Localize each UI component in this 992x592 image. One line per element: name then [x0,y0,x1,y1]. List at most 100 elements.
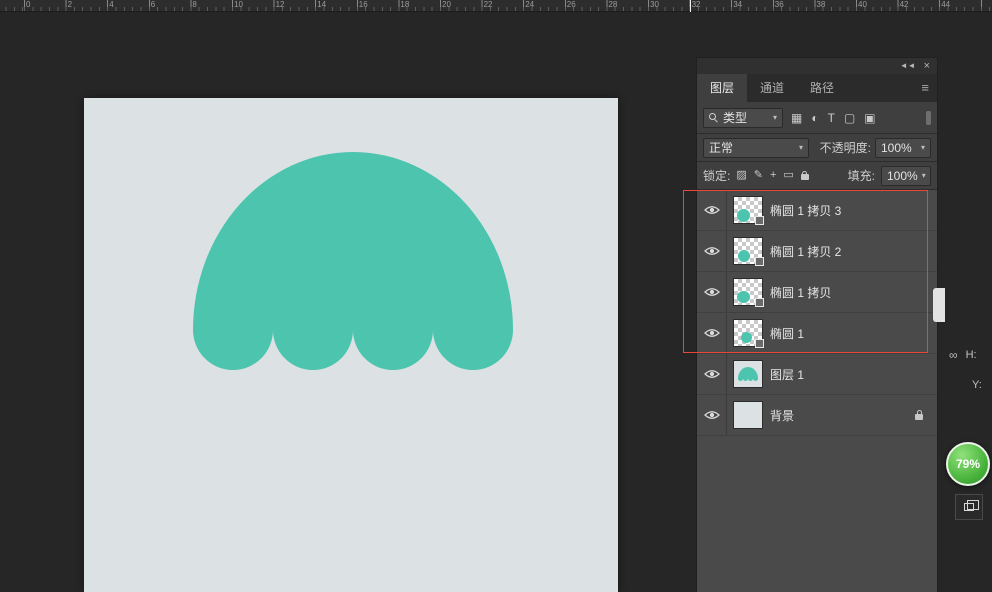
thumbnail-shape-preview [738,250,750,262]
shape-layer-badge-icon [755,257,764,266]
link-icon[interactable]: ∞ [949,348,958,362]
layer-row[interactable]: 椭圆 1 拷贝 [697,272,937,313]
ruler-label: 42 [900,0,909,10]
visibility-toggle[interactable] [697,231,727,271]
filter-type-layers-icon[interactable]: T [828,112,835,124]
ruler-label: 28 [608,0,617,10]
ruler-label: 20 [442,0,451,10]
chevron-down-icon: ▾ [921,143,925,152]
dimensions-fragment: ∞ H: [949,348,977,362]
lock-image-pixels-icon[interactable]: ✎ [754,170,763,181]
layer-name: 椭圆 1 拷贝 3 [770,202,841,219]
ruler-label: 30 [650,0,659,10]
fill-value: 100% [887,169,918,183]
opacity-select[interactable]: 100% ▾ [875,138,931,158]
ruler-position-marker [690,0,691,12]
layer-row[interactable]: 椭圆 1 拷贝 3 [697,190,937,231]
ruler-label: 38 [816,0,825,10]
filter-adjustment-layers-icon[interactable]: ◐ [811,112,818,124]
layer-thumbnail[interactable] [734,320,762,346]
opacity-label: 不透明度: [820,139,871,156]
layer-row[interactable]: 椭圆 1 拷贝 2 [697,231,937,272]
height-label: H: [966,349,977,361]
eye-icon [704,369,720,379]
lock-label: 锁定: [703,167,730,184]
lock-row: 锁定: ▨ ✎ + ▭ 填充: 100% ▾ [697,162,937,190]
copy-layers-icon [964,503,974,511]
visibility-toggle[interactable] [697,395,727,435]
ruler-label: 44 [941,0,950,10]
chevron-down-icon: ▾ [773,113,777,122]
scrollbar-thumb[interactable] [933,288,945,322]
lock-position-icon[interactable]: + [770,170,776,181]
layer-name: 椭圆 1 拷贝 2 [770,243,841,260]
ruler-label: 16 [359,0,368,10]
filter-switch-toggle[interactable] [926,111,931,125]
layer-name: 椭圆 1 [770,325,804,342]
layer-thumbnail[interactable] [734,361,762,387]
layer-name: 背景 [770,407,794,424]
layer-thumbnail[interactable] [734,402,762,428]
tab-paths[interactable]: 路径 [797,74,847,102]
layer-row[interactable]: 背景 [697,395,937,436]
visibility-toggle[interactable] [697,354,727,394]
ruler-label: 6 [151,0,155,10]
panel-menu-icon[interactable]: ≡ [913,74,937,102]
filter-smart-object-icon[interactable]: ▣ [864,112,875,124]
blend-row: 正常 ▾ 不透明度: 100% ▾ [697,134,937,162]
eye-icon [704,410,720,420]
visibility-toggle[interactable] [697,190,727,230]
filter-type-label: 类型 [723,109,747,126]
canvas[interactable] [84,98,618,592]
ruler-label: 4 [109,0,113,10]
horizontal-ruler[interactable]: 0246810121416182022242628303234363840424… [0,0,992,12]
ruler-minor-ticks [0,7,992,11]
shape-layer-badge-icon [755,216,764,225]
umbrella-shape[interactable] [193,152,513,370]
thumbnail-shape-preview [737,291,750,303]
eye-icon [704,287,720,297]
layer-filter-row: 类型 ▾ ▦ ◐ T ▢ ▣ [697,102,937,134]
ruler-label: 8 [192,0,196,10]
filter-type-select[interactable]: 类型 ▾ [703,108,783,128]
tab-channels[interactable]: 通道 [747,74,797,102]
layers-panel: ◄◄ × 图层 通道 路径 ≡ 类型 ▾ ▦ ◐ T ▢ ▣ 正常 ▾ 不透明度… [697,58,937,592]
panel-header: ◄◄ × [697,58,937,74]
visibility-toggle[interactable] [697,313,727,353]
ruler-label: 34 [733,0,742,10]
ruler-label: 40 [858,0,867,10]
lock-transparent-pixels-icon[interactable]: ▨ [736,170,746,181]
ruler-label: 0 [26,0,30,10]
ruler-label: 32 [692,0,701,10]
eye-icon [704,328,720,338]
lock-all-icon[interactable] [801,174,809,180]
filter-kind-icons: ▦ ◐ T ▢ ▣ [791,112,876,124]
filter-shape-layers-icon[interactable]: ▢ [844,112,855,124]
ruler-label: 14 [317,0,326,10]
ruler-label: 26 [567,0,576,10]
filter-pixel-layers-icon[interactable]: ▦ [791,112,802,124]
lock-artboard-icon[interactable]: ▭ [783,170,793,181]
search-icon [709,113,719,123]
chevron-down-icon: ▾ [922,171,926,180]
ruler-label: 18 [400,0,409,10]
blend-mode-select[interactable]: 正常 ▾ [703,138,809,158]
ruler-label: 22 [484,0,493,10]
layer-row[interactable]: 图层 1 [697,354,937,395]
layer-thumbnail[interactable] [734,238,762,264]
collapse-panel-icon[interactable]: ◄◄ [900,62,916,70]
fill-select[interactable]: 100% ▾ [881,166,931,186]
ruler-label: 36 [775,0,784,10]
shape-layer-badge-icon [755,298,764,307]
visibility-toggle[interactable] [697,272,727,312]
blend-mode-value: 正常 [709,139,733,156]
layer-thumbnail[interactable] [734,279,762,305]
thumbnail-shape-preview [737,209,750,222]
duplicate-layers-button[interactable] [955,494,983,520]
eye-icon [704,246,720,256]
close-panel-icon[interactable]: × [924,61,930,72]
progress-badge[interactable]: 79% [946,442,990,486]
layer-row[interactable]: 椭圆 1 [697,313,937,354]
tab-layers[interactable]: 图层 [697,74,747,102]
layer-thumbnail[interactable] [734,197,762,223]
